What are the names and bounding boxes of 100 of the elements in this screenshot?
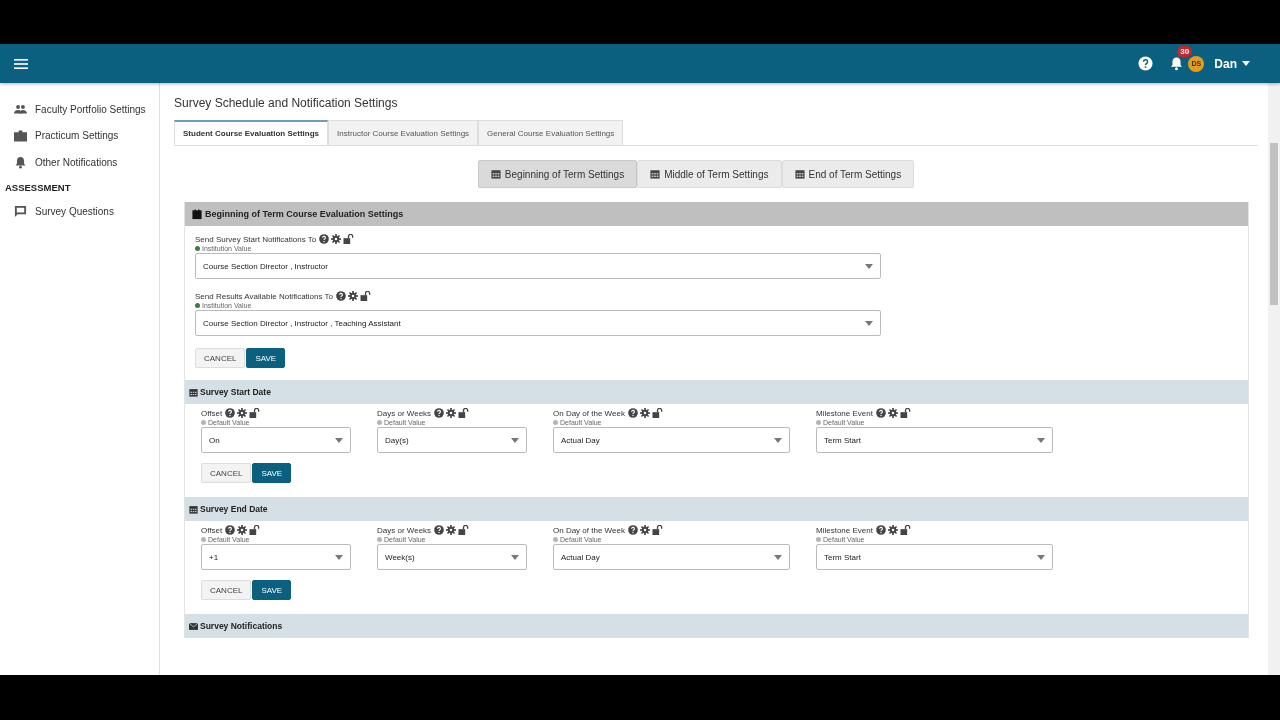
field-label: Offset [201,525,223,535]
unlock-icon[interactable] [651,525,663,535]
field-label: Send Survey Start Notifications To [195,234,317,244]
dropdown-field[interactable]: Term Start [816,544,1053,570]
cancel-button[interactable]: CANCEL [195,348,246,368]
help-icon[interactable] [627,525,638,535]
section-title: Survey Start Date [200,387,271,397]
unlock-icon[interactable] [458,408,470,418]
caret-icon [1242,61,1250,66]
multi-select-field[interactable]: Course Section Director , Instructor [195,253,881,279]
settings-icon[interactable] [887,525,898,535]
help-icon[interactable] [875,408,886,418]
save-button[interactable]: SAVE [252,580,292,600]
field-label: Milestone Event [816,408,873,418]
dropdown-field[interactable]: Day(s) [377,427,527,453]
user-menu[interactable]: Dan [1214,56,1250,71]
term-settings-button[interactable]: End of Term Settings [781,160,915,188]
section-title: Survey Notifications [200,621,283,631]
settings-icon[interactable] [639,525,650,535]
dropdown-caret-icon [865,320,873,326]
page-title: Survey Schedule and Notification Settings [174,96,399,110]
section-title: Survey End Date [200,504,268,514]
unlock-icon[interactable] [249,408,261,418]
dropdown-caret-icon [335,437,343,443]
unlock-icon[interactable] [360,291,371,301]
comment-icon [14,205,27,219]
dropdown-field[interactable]: On [201,427,351,453]
people-icon [14,103,27,115]
calendar-icon [794,169,805,179]
sidebar-item[interactable]: Survey Questions [0,198,159,225]
settings-icon[interactable] [348,291,358,301]
dropdown-field[interactable]: Term Start [816,427,1053,453]
help-icon[interactable] [319,234,330,244]
dropdown-caret-icon [1037,437,1045,443]
help-icon[interactable] [627,408,638,418]
menu-icon[interactable] [14,58,28,69]
dropdown-caret-icon [774,554,782,560]
settings-icon[interactable] [446,408,457,418]
settings-icon[interactable] [331,234,342,244]
cancel-button[interactable]: CANCEL [201,580,252,600]
settings-icon[interactable] [237,408,248,418]
settings-icon[interactable] [887,408,898,418]
dropdown-field[interactable]: +1 [201,544,351,570]
settings-tab[interactable]: Student Course Evaluation Settings [174,120,328,145]
unlock-icon[interactable] [343,234,355,244]
term-settings-button[interactable]: Middle of Term Settings [637,160,782,188]
field-label: On Day of the Week [553,525,625,535]
unlock-icon[interactable] [458,525,470,535]
sidebar-item[interactable]: Practicum Settings [0,122,159,149]
dropdown-caret-icon [511,437,519,443]
help-icon[interactable] [875,525,886,535]
dropdown-caret-icon [511,554,519,560]
envelope-icon [189,622,198,630]
sidebar-item[interactable]: Faculty Portfolio Settings [0,96,159,123]
cancel-button[interactable]: CANCEL [201,463,252,483]
calendar-icon [192,208,202,220]
unlock-icon[interactable] [899,525,911,535]
field-label: On Day of the Week [553,408,625,418]
sidebar-heading: ASSESSMENT [4,180,72,195]
help-icon[interactable] [225,525,236,535]
help-icon[interactable] [434,525,445,535]
unlock-icon[interactable] [899,408,911,418]
dropdown-field[interactable]: Actual Day [553,427,790,453]
help-icon[interactable] [336,291,346,301]
panel-title: Beginning of Term Course Evaluation Settings [205,209,404,219]
scrollbar[interactable] [1268,83,1280,675]
dropdown-caret-icon [335,554,343,560]
settings-tab[interactable]: Instructor Course Evaluation Settings [328,120,479,145]
field-label: Days or Weeks [377,525,432,535]
briefcase-icon [14,129,27,142]
calendar-icon [189,387,198,397]
help-icon[interactable] [1138,56,1154,71]
dropdown-field[interactable]: Week(s) [377,544,527,570]
bell-icon [14,155,27,169]
dropdown-field[interactable]: Actual Day [553,544,790,570]
calendar-icon [189,504,198,514]
notification-bell-icon[interactable] [1169,56,1185,71]
field-label: Offset [201,408,223,418]
calendar-icon [650,169,661,179]
multi-select-field[interactable]: Course Section Director , Instructor , Teaching Assistant [195,310,881,336]
settings-tab[interactable]: General Course Evaluation Settings [478,120,624,145]
dropdown-caret-icon [1037,554,1045,560]
calendar-icon [490,169,501,179]
field-label: Send Results Available Notifications To [195,291,333,301]
unlock-icon[interactable] [249,525,261,535]
dropdown-caret-icon [774,437,782,443]
field-label: Milestone Event [816,525,873,535]
settings-icon[interactable] [237,525,248,535]
save-button[interactable]: SAVE [252,463,292,483]
sidebar-item[interactable]: Other Notifications [0,149,159,176]
field-label: Days or Weeks [377,408,432,418]
notification-count-badge: 30 [1177,46,1193,57]
unlock-icon[interactable] [651,408,663,418]
help-icon[interactable] [434,408,445,418]
save-button[interactable]: SAVE [246,348,286,368]
settings-icon[interactable] [446,525,457,535]
dropdown-caret-icon [865,263,873,269]
term-settings-button[interactable]: Beginning of Term Settings [477,160,638,188]
settings-icon[interactable] [639,408,650,418]
help-icon[interactable] [225,408,236,418]
